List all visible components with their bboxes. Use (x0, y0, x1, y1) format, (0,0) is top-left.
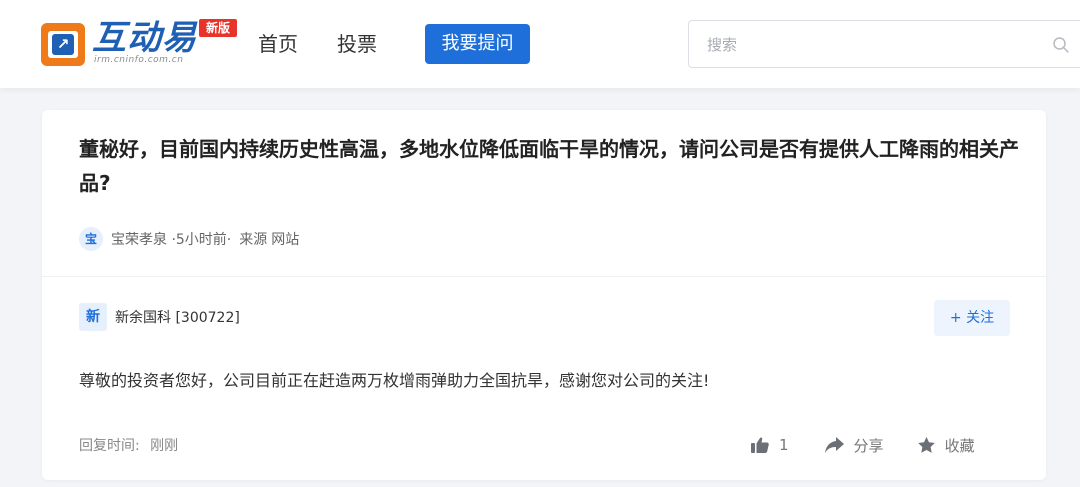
collect-button[interactable]: 收藏 (917, 435, 975, 456)
qa-card: 董秘好，目前国内持续历史性高温，多地水位降低面临干旱的情况，请问公司是否有提供人… (42, 110, 1046, 480)
answer-text: 尊敬的投资者您好，公司目前正在赶造两万枚增雨弹助力全国抗旱，感谢您对公司的关注! (79, 371, 710, 390)
star-icon (917, 437, 935, 453)
question-time: ·5小时前· (167, 232, 232, 248)
collect-label: 收藏 (944, 436, 975, 455)
share-arrow-icon (824, 437, 844, 453)
like-button[interactable]: 1 (751, 436, 789, 454)
company-row: 新 新余国科 [300722] (79, 303, 240, 331)
company-name[interactable]: 新余国科 [300722] (115, 307, 240, 327)
question-meta: 宝 宝荣孝泉 ·5小时前· 来源 网站 (79, 226, 299, 252)
logo-mark: ↗ (52, 34, 74, 55)
reply-time-label: 回复时间: (79, 438, 140, 454)
search-icon[interactable] (1051, 35, 1071, 55)
share-label: 分享 (853, 436, 884, 455)
company-avatar[interactable]: 新 (79, 303, 107, 331)
question-text[interactable]: 董秘好，目前国内持续历史性高温，多地水位降低面临干旱的情况，请问公司是否有提供人… (79, 132, 1019, 200)
logo-url: irm.cninfo.com.cn (94, 55, 184, 65)
reply-time-value: 刚刚 (150, 438, 179, 454)
action-bar: 1 分享 收藏 (751, 432, 975, 458)
logo-title[interactable]: 互动易 (92, 18, 197, 58)
like-count: 1 (779, 436, 789, 454)
reply-time: 回复时间: 刚刚 (79, 435, 178, 455)
logo-icon[interactable]: ↗ (41, 23, 85, 66)
author-name[interactable]: 宝荣孝泉 (111, 229, 167, 249)
source-label: 来源 (239, 232, 268, 248)
nav-vote[interactable]: 投票 (337, 31, 377, 57)
search-box (688, 20, 1080, 68)
author-avatar[interactable]: 宝 (79, 227, 103, 251)
new-version-badge: 新版 (199, 19, 237, 37)
search-input[interactable] (707, 33, 1027, 57)
nav-home[interactable]: 首页 (258, 31, 298, 57)
divider (42, 276, 1046, 277)
thumbs-up-icon (751, 437, 769, 453)
source-value: 网站 (271, 232, 300, 248)
share-button[interactable]: 分享 (824, 435, 884, 456)
ask-question-button[interactable]: 我要提问 (425, 24, 530, 64)
top-header: ↗ 互动易 新版 irm.cninfo.com.cn 首页 投票 我要提问 (0, 0, 1080, 88)
follow-button[interactable]: + 关注 (934, 300, 1010, 336)
